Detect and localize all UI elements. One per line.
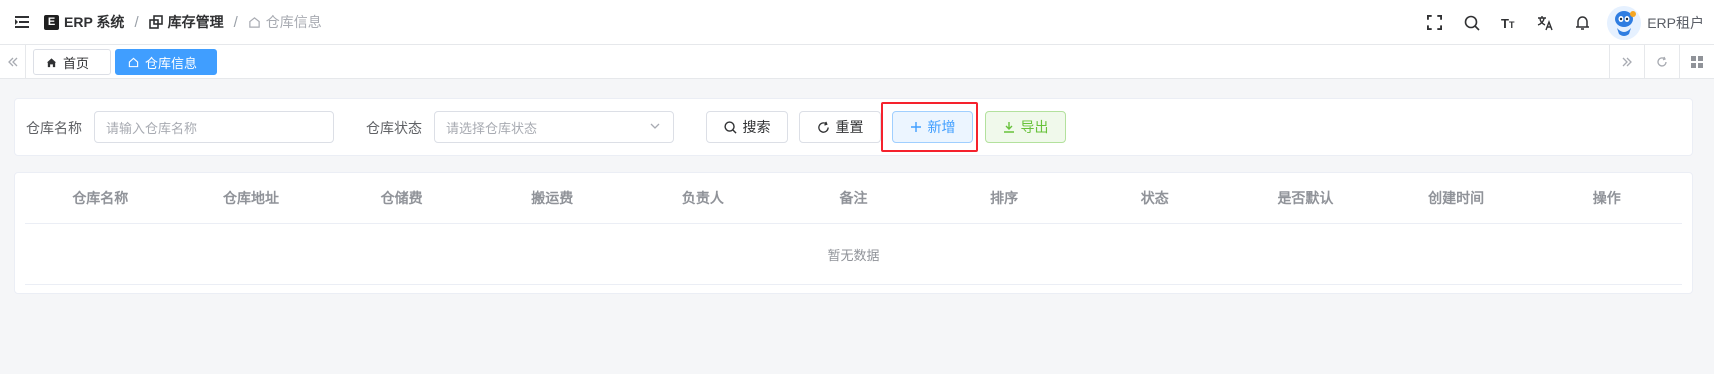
tab-warehouse-info[interactable]: 仓库信息 — [115, 49, 217, 75]
column-header: 搬运费 — [531, 190, 574, 206]
top-navbar: E ERP 系统 / 库存管理 / 仓库信息 TT ERP租户 — [0, 0, 1714, 45]
column-header: 仓库地址 — [222, 190, 279, 206]
home-icon — [46, 57, 57, 67]
export-button[interactable]: 导出 — [985, 111, 1066, 143]
chevron-down-icon — [650, 123, 660, 129]
tab-warehouse-info-label: 仓库信息 — [145, 55, 198, 71]
column-header: 仓储费 — [380, 190, 423, 206]
breadcrumb-warehouse-label: 仓库信息 — [265, 14, 322, 30]
add-button-label: 新增 — [927, 119, 956, 135]
grid-menu-icon[interactable] — [1679, 45, 1714, 78]
sidebar-toggle-icon[interactable] — [0, 0, 44, 45]
tags-bar-actions — [1609, 45, 1714, 78]
scroll-right-icon[interactable] — [1609, 45, 1644, 78]
navbar-actions: TT ERP租户 — [1416, 0, 1714, 45]
breadcrumb-separator: / — [134, 13, 139, 31]
home-outline-icon — [249, 16, 260, 28]
font-size-icon[interactable]: TT — [1490, 0, 1527, 45]
breadcrumb-inventory-label: 库存管理 — [167, 14, 224, 30]
avatar — [1607, 5, 1642, 40]
column-header: 负责人 — [681, 190, 724, 206]
column-header: 是否默认 — [1277, 190, 1334, 206]
breadcrumb: E ERP 系统 / 库存管理 / 仓库信息 — [44, 12, 322, 32]
svg-text:T: T — [1509, 20, 1515, 30]
home-outline-icon — [128, 57, 139, 67]
warehouse-status-select[interactable]: 请选择仓库状态 — [434, 111, 674, 143]
search-icon[interactable] — [1453, 0, 1490, 45]
search-form: 仓库名称 请输入仓库名称 仓库状态 请选择仓库状态 搜索 重置 新增 导出 — [14, 98, 1693, 156]
breadcrumb-separator: / — [233, 13, 238, 31]
translate-icon[interactable] — [1527, 0, 1564, 45]
column-header: 状态 — [1140, 190, 1169, 206]
table-empty-text: 暂无数据 — [25, 224, 1682, 285]
tags-view-bar: 首页 仓库信息 — [0, 45, 1714, 79]
column-header: 操作 — [1592, 190, 1621, 206]
search-icon — [723, 120, 737, 134]
breadcrumb-app[interactable]: E ERP 系统 — [44, 12, 124, 32]
column-header: 仓库名称 — [72, 190, 129, 206]
export-button-label: 导出 — [1020, 119, 1049, 135]
scroll-left-icon[interactable] — [0, 45, 26, 78]
search-button-label: 搜索 — [742, 119, 771, 135]
add-button[interactable]: 新增 — [892, 111, 973, 143]
warehouse-table: 仓库名称 仓库地址 仓储费 搬运费 负责人 备注 排序 状态 是否默认 创建时间… — [14, 172, 1693, 294]
reset-button[interactable]: 重置 — [799, 111, 881, 143]
refresh-icon — [817, 121, 829, 133]
warehouse-name-input[interactable]: 请输入仓库名称 — [94, 111, 334, 143]
warehouse-status-placeholder: 请选择仓库状态 — [446, 120, 538, 136]
user-menu[interactable]: ERP租户 — [1607, 5, 1704, 40]
column-header: 排序 — [990, 190, 1019, 206]
breadcrumb-warehouse: 仓库信息 — [248, 12, 322, 32]
table-header: 仓库名称 仓库地址 仓储费 搬运费 负责人 备注 排序 状态 是否默认 创建时间… — [25, 173, 1682, 224]
breadcrumb-inventory[interactable]: 库存管理 — [148, 12, 224, 32]
column-header: 创建时间 — [1428, 190, 1485, 206]
bell-icon[interactable] — [1564, 0, 1601, 45]
tab-home[interactable]: 首页 — [33, 49, 111, 75]
user-name: ERP租户 — [1647, 14, 1704, 31]
svg-text:T: T — [1501, 16, 1509, 30]
search-button[interactable]: 搜索 — [706, 111, 788, 143]
app-name: ERP 系统 — [64, 14, 125, 30]
warehouse-status-label: 仓库状态 — [366, 120, 422, 136]
reset-button-label: 重置 — [835, 119, 864, 135]
warehouse-name-label: 仓库名称 — [26, 120, 82, 136]
inventory-icon — [148, 15, 163, 29]
erp-logo-icon: E — [44, 14, 59, 30]
fullscreen-icon[interactable] — [1416, 0, 1453, 45]
refresh-icon[interactable] — [1644, 45, 1679, 78]
column-header: 备注 — [839, 190, 868, 206]
plus-icon — [910, 122, 921, 132]
download-icon — [1003, 122, 1014, 133]
tab-home-label: 首页 — [63, 55, 90, 71]
warehouse-name-placeholder: 请输入仓库名称 — [106, 120, 198, 136]
